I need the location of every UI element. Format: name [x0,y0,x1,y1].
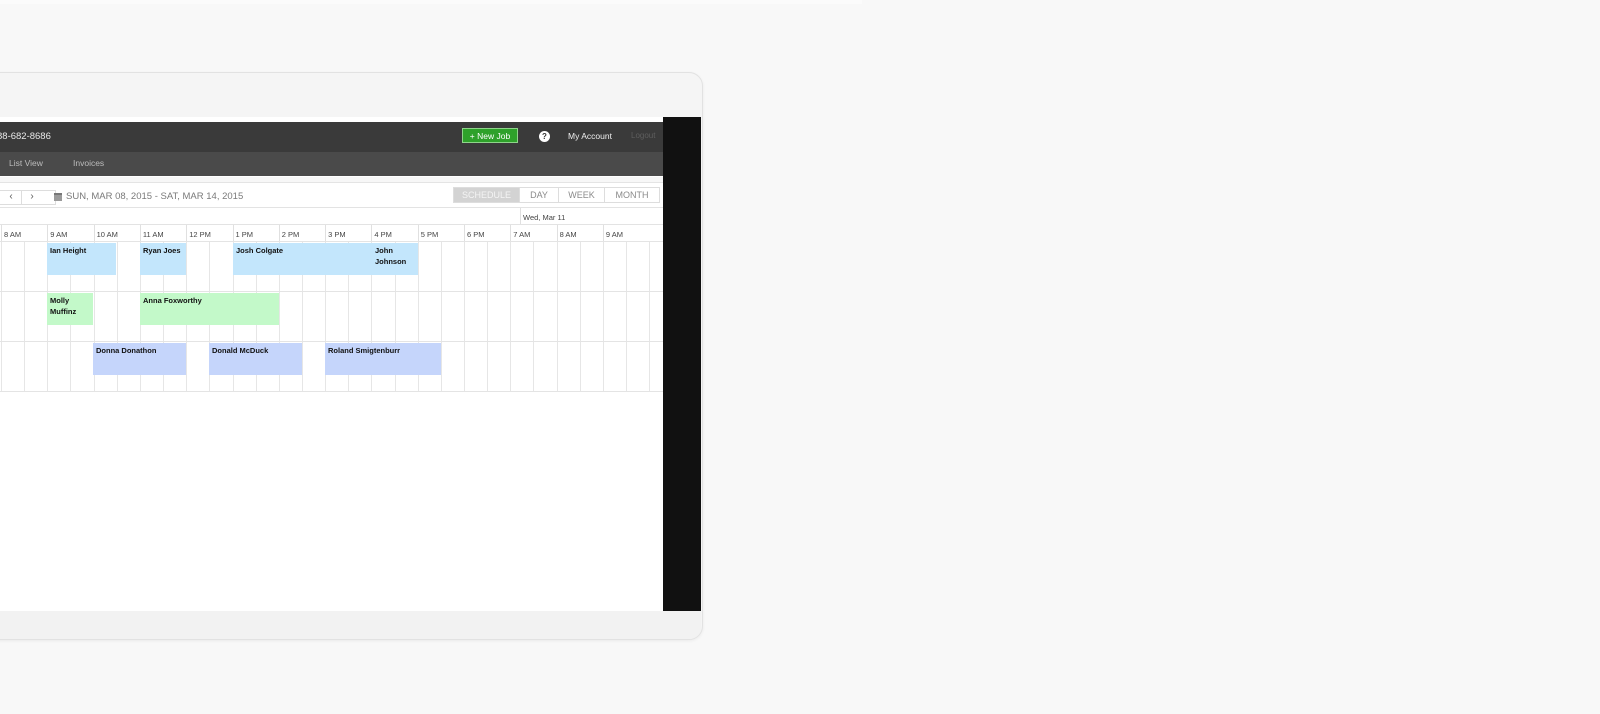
hour-divider [371,225,373,241]
app-header: 88-682-8686 + New Job ? My Account Logou… [0,122,663,152]
grid-column-line [464,241,465,391]
hour-label: 2 PM [281,230,300,239]
hour-divider [464,225,465,241]
hour-divider [186,225,188,241]
event-block[interactable]: Molly Muffinz [47,293,93,325]
prev-arrow-icon[interactable]: ‹ [1,191,22,204]
hour-label: 1 PM [235,230,254,239]
tab-day[interactable]: DAY [520,188,559,202]
app-screen: 88-682-8686 + New Job ? My Account Logou… [0,117,663,611]
event-block[interactable]: Donald McDuck [209,343,302,375]
date-separator [520,208,521,225]
page-top-band [0,0,862,4]
hour-divider [139,225,141,241]
hour-label: 3 PM [328,230,346,239]
event-block[interactable]: Ryan Joes [140,243,186,275]
date-nav-arrows: ‹ › [0,190,56,205]
hour-label: 5 PM [420,230,439,239]
view-tabs: SCHEDULE DAY WEEK MONTH [453,187,660,203]
grid-column-line [1,241,2,391]
grid-top-border [0,207,663,208]
hour-divider [510,225,512,241]
event-block[interactable]: Anna Foxworthy [140,293,279,325]
grid-column-line [556,241,558,391]
grid-column-line [510,241,512,391]
day-label: Wed, Mar 11 [523,213,566,222]
date-range-label: SUN, MAR 08, 2015 - SAT, MAR 14, 2015 [66,191,244,202]
hour-label: 8 AM [559,230,577,239]
hour-divider [556,225,558,241]
hour-divider [47,225,49,241]
grid-column-line [649,241,651,391]
event-block[interactable]: Josh Colgate [233,243,372,275]
tab-week[interactable]: WEEK [559,188,605,202]
grid-column-line [533,241,535,391]
new-job-button[interactable]: + New Job [462,128,518,143]
tab-month[interactable]: MONTH [605,188,659,202]
row-divider [0,341,663,342]
event-block[interactable]: Donna Donathon [93,343,186,375]
sub-navigation: List View Invoices [0,152,663,176]
hour-divider [325,225,327,241]
hour-divider [417,225,419,241]
hour-label: 11 AM [142,230,164,239]
grid-column-line [579,241,581,391]
hour-divider [232,225,234,241]
hour-label: 4 PM [374,230,392,239]
hour-divider [278,225,280,241]
row-divider [0,391,663,392]
logout-link[interactable]: Logout [631,131,655,140]
device-bottom-bar [0,611,701,639]
next-arrow-icon[interactable]: › [22,191,42,204]
hour-label: 7 AM [513,230,531,239]
calendar-icon[interactable] [54,193,62,201]
toolbar-divider [0,177,663,183]
screen-bezel: 88-682-8686 + New Job ? My Account Logou… [0,117,701,611]
hour-divider [602,225,604,241]
row-divider [0,291,663,292]
date-row-border [0,224,663,225]
phone-number: 88-682-8686 [0,131,51,142]
event-block[interactable]: John Johnson [372,243,418,275]
hour-label: 6 PM [467,230,485,239]
hour-label: 9 AM [605,230,623,239]
hour-label: 8 AM [4,230,22,239]
event-block[interactable]: Roland Smigtenburr [325,343,441,375]
row-divider [0,241,663,242]
subnav-item-invoices[interactable]: Invoices [73,158,104,168]
grid-column-line [24,241,26,391]
tab-schedule[interactable]: SCHEDULE [454,188,520,202]
my-account-link[interactable]: My Account [568,131,612,141]
help-icon[interactable]: ? [539,131,550,142]
grid-column-line [487,241,489,391]
hour-divider [93,225,95,241]
subnav-item-list-view[interactable]: List View [9,158,43,168]
event-block[interactable]: Ian Height [47,243,116,275]
hour-label: 9 AM [50,230,68,239]
hour-label: 12 PM [189,230,211,239]
device-frame: 88-682-8686 + New Job ? My Account Logou… [0,72,703,640]
grid-column-line [602,241,604,391]
hour-label: 10 AM [96,230,118,239]
hour-divider [1,225,2,241]
grid-column-line [626,241,628,391]
